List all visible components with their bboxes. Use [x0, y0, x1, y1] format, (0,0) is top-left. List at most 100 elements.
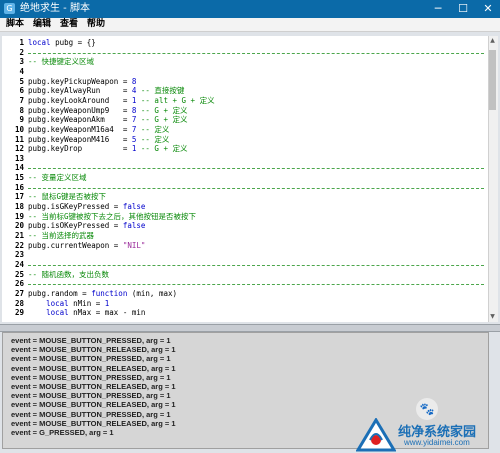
code-token: -- 随机函数，支出负数 — [28, 269, 110, 279]
code-token: -- 变量定义区域 — [28, 173, 87, 183]
code-token: false — [122, 221, 146, 231]
code-text: -- 当前选择的武器 — [28, 231, 94, 241]
output-line: event = MOUSE_BUTTON_PRESSED, arg = 1 — [11, 336, 171, 345]
close-button[interactable]: ✕ — [476, 0, 500, 18]
code-line[interactable]: 26 — [2, 279, 489, 289]
comment-separator — [28, 284, 484, 286]
code-token: nMin = — [68, 298, 105, 308]
line-number: 11 — [14, 134, 24, 144]
line-number: 17 — [14, 192, 24, 202]
code-token: pubg = {} — [50, 38, 96, 47]
line-number: 28 — [14, 298, 24, 308]
code-token: -- 定义 — [136, 134, 170, 144]
code-line[interactable]: 18 pubg.isGKeyPressed = false — [2, 202, 489, 212]
code-token: 8 — [131, 76, 137, 86]
code-token: pubg.keyWeaponUmp9 = — [28, 105, 132, 115]
comment-separator — [28, 264, 484, 266]
menu-script[interactable]: 脚本 — [6, 19, 24, 30]
code-token: pubg.keyLookAround = — [28, 95, 132, 105]
code-token: function — [91, 288, 128, 298]
code-line[interactable]: 9 pubg.keyWeaponAkm = 7 -- G + 定义 — [2, 115, 489, 125]
code-token: -- G + 定义 — [136, 144, 188, 154]
code-text: local pubg = {} — [28, 38, 96, 48]
code-token: 1 — [104, 298, 110, 308]
minimize-button[interactable]: ─ — [426, 0, 450, 18]
code-line[interactable]: 4 — [2, 67, 489, 77]
code-line[interactable]: 10 pubg.keyWeaponM16a4 = 7 -- 定义 — [2, 125, 489, 135]
code-line[interactable]: 6 pubg.keyAlwayRun = 4 -- 直接按键 — [2, 86, 489, 96]
code-line[interactable]: 21 -- 当前选择的武器 — [2, 231, 489, 241]
code-line[interactable]: 24 — [2, 260, 489, 270]
line-number: 29 — [14, 308, 24, 318]
code-line[interactable]: 14 — [2, 163, 489, 173]
code-text: pubg.isOKeyPressed = false — [28, 221, 145, 231]
script-editor[interactable]: 1 local pubg = {} 2 3 -- 快捷键定义区域 4 5 pubg.keyPi… — [2, 36, 489, 322]
code-line[interactable]: 19 -- 当前标G键被按下去之后，其他按钮是否被按下 — [2, 212, 489, 222]
code-line[interactable]: 17 -- 鼠标G键是否被按下 — [2, 192, 489, 202]
code-text: pubg.random = function (min, max) — [28, 289, 177, 299]
editor-scroll-thumb[interactable] — [489, 50, 496, 110]
code-line[interactable]: 7 pubg.keyLookAround = 1 -- alt + G + 定义 — [2, 96, 489, 106]
code-text: pubg.keyWeaponM16a4 = 7 -- 定义 — [28, 125, 169, 135]
code-text: -- 快捷键定义区域 — [28, 57, 94, 67]
line-number: 13 — [14, 153, 24, 163]
comment-separator — [28, 187, 484, 189]
code-line[interactable]: 15 -- 变量定义区域 — [2, 173, 489, 183]
code-token: -- alt + G + 定义 — [136, 95, 215, 105]
code-token: pubg.keyWeaponAkm = — [28, 115, 132, 125]
code-line[interactable]: 20 pubg.isOKeyPressed = false — [2, 221, 489, 231]
output-line: event = MOUSE_BUTTON_PRESSED, arg = 1 — [11, 354, 171, 364]
code-line[interactable]: 11 pubg.keyWeaponM416 = 5 -- 定义 — [2, 135, 489, 145]
line-number: 18 — [14, 202, 24, 212]
line-number: 15 — [14, 173, 24, 183]
code-token: pubg.keyAlwayRun = — [28, 86, 132, 96]
maximize-button[interactable]: ☐ — [451, 0, 475, 18]
line-number: 9 — [19, 115, 24, 125]
code-token: nMax = max - min — [68, 308, 146, 318]
code-line[interactable]: 22 pubg.currentWeapon = "NIL" — [2, 241, 489, 251]
code-token: pubg.isGKeyPressed = — [28, 202, 123, 212]
code-token: pubg.currentWeapon = — [28, 240, 123, 250]
code-token: -- 当前选择的武器 — [28, 231, 95, 240]
triangle-down-icon[interactable]: ▼ — [489, 313, 496, 321]
menu-edit[interactable]: 编辑 — [33, 19, 51, 30]
title-bar: G 绝地求生 - 脚本 ─ ☐ ✕ — [0, 0, 500, 18]
output-line: event = MOUSE_BUTTON_RELEASED, arg = 1 — [11, 400, 176, 410]
line-number: 4 — [19, 66, 24, 76]
code-line[interactable]: 25 -- 随机函数，支出负数 — [2, 270, 489, 280]
code-line[interactable]: 13 — [2, 154, 489, 164]
code-token: -- 当前标G键被按下去之后，其他按钮是否被按下 — [28, 211, 197, 221]
comment-separator — [28, 52, 484, 54]
code-text: pubg.keyAlwayRun = 4 -- 直接按键 — [28, 86, 184, 96]
code-line[interactable]: 1 local pubg = {} — [2, 38, 489, 48]
code-text: -- 鼠标G键是否被按下 — [28, 192, 106, 202]
code-line[interactable]: 12 pubg.keyDrop = 1 -- G + 定义 — [2, 144, 489, 154]
code-token: (min, max) — [127, 288, 178, 298]
code-token: local — [46, 308, 69, 318]
window-title: 绝地求生 - 脚本 — [20, 3, 90, 14]
watermark-logo — [356, 418, 396, 452]
output-line: event = MOUSE_BUTTON_RELEASED, arg = 1 — [11, 345, 176, 355]
code-token: -- G + 定义 — [136, 105, 188, 115]
line-number: 10 — [14, 124, 24, 134]
comment-separator — [28, 168, 484, 170]
triangle-up-icon[interactable]: ▲ — [489, 37, 496, 45]
code-text: local nMax = max - min — [28, 308, 145, 318]
line-number: 25 — [14, 269, 24, 279]
code-line[interactable]: 28 local nMin = 1 — [2, 299, 489, 309]
output-line: event = MOUSE_BUTTON_PRESSED, arg = 1 — [11, 372, 171, 382]
menu-help[interactable]: 帮助 — [87, 19, 105, 30]
code-line[interactable]: 23 — [2, 250, 489, 260]
menu-view[interactable]: 查看 — [60, 19, 78, 30]
code-token: pubg.keyWeaponM16a4 = — [28, 124, 132, 134]
code-line[interactable]: 27 pubg.random = function (min, max) — [2, 289, 489, 299]
pane-splitter[interactable] — [0, 324, 500, 332]
line-number: 5 — [19, 76, 24, 86]
line-number: 7 — [19, 95, 24, 105]
code-line[interactable]: 3 -- 快捷键定义区域 — [2, 57, 489, 67]
code-token: -- G + 定义 — [136, 115, 188, 125]
code-text: pubg.keyDrop = 1 -- G + 定义 — [28, 144, 188, 154]
line-number: 2 — [19, 47, 24, 57]
code-line[interactable]: 29 local nMax = max - min — [2, 308, 489, 318]
